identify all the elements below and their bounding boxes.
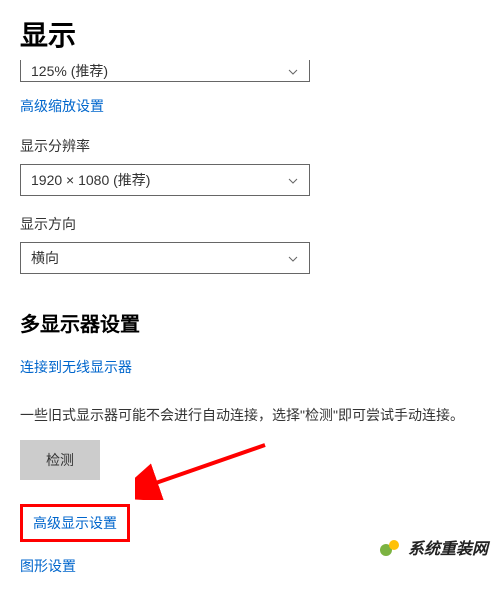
- graphics-settings-link[interactable]: 图形设置: [20, 556, 76, 576]
- detect-button[interactable]: 检测: [20, 440, 100, 480]
- chevron-down-icon: [287, 252, 299, 264]
- wireless-display-link[interactable]: 连接到无线显示器: [20, 357, 132, 377]
- advanced-scaling-link[interactable]: 高级缩放设置: [20, 96, 104, 116]
- resolution-dropdown[interactable]: 1920 × 1080 (推荐): [20, 164, 310, 196]
- advanced-display-link[interactable]: 高级显示设置: [33, 513, 117, 533]
- orientation-dropdown[interactable]: 横向: [20, 242, 310, 274]
- watermark-text: 系统重装网: [408, 535, 488, 559]
- watermark: 系统重装网: [378, 535, 488, 559]
- orientation-value: 横向: [31, 248, 59, 268]
- chevron-down-icon: [287, 174, 299, 186]
- chevron-down-icon: [287, 65, 299, 77]
- scaling-dropdown[interactable]: 125% (推荐): [20, 60, 310, 82]
- scaling-value: 125% (推荐): [31, 61, 108, 81]
- page-title: 显示: [20, 14, 480, 54]
- resolution-value: 1920 × 1080 (推荐): [31, 170, 150, 190]
- resolution-label: 显示分辨率: [20, 136, 480, 156]
- watermark-logo-icon: [378, 537, 402, 557]
- detect-description: 一些旧式显示器可能不会进行自动连接，选择"检测"即可尝试手动连接。: [20, 405, 480, 426]
- multi-display-title: 多显示器设置: [20, 308, 480, 337]
- highlight-annotation: 高级显示设置: [20, 504, 130, 542]
- orientation-label: 显示方向: [20, 214, 480, 234]
